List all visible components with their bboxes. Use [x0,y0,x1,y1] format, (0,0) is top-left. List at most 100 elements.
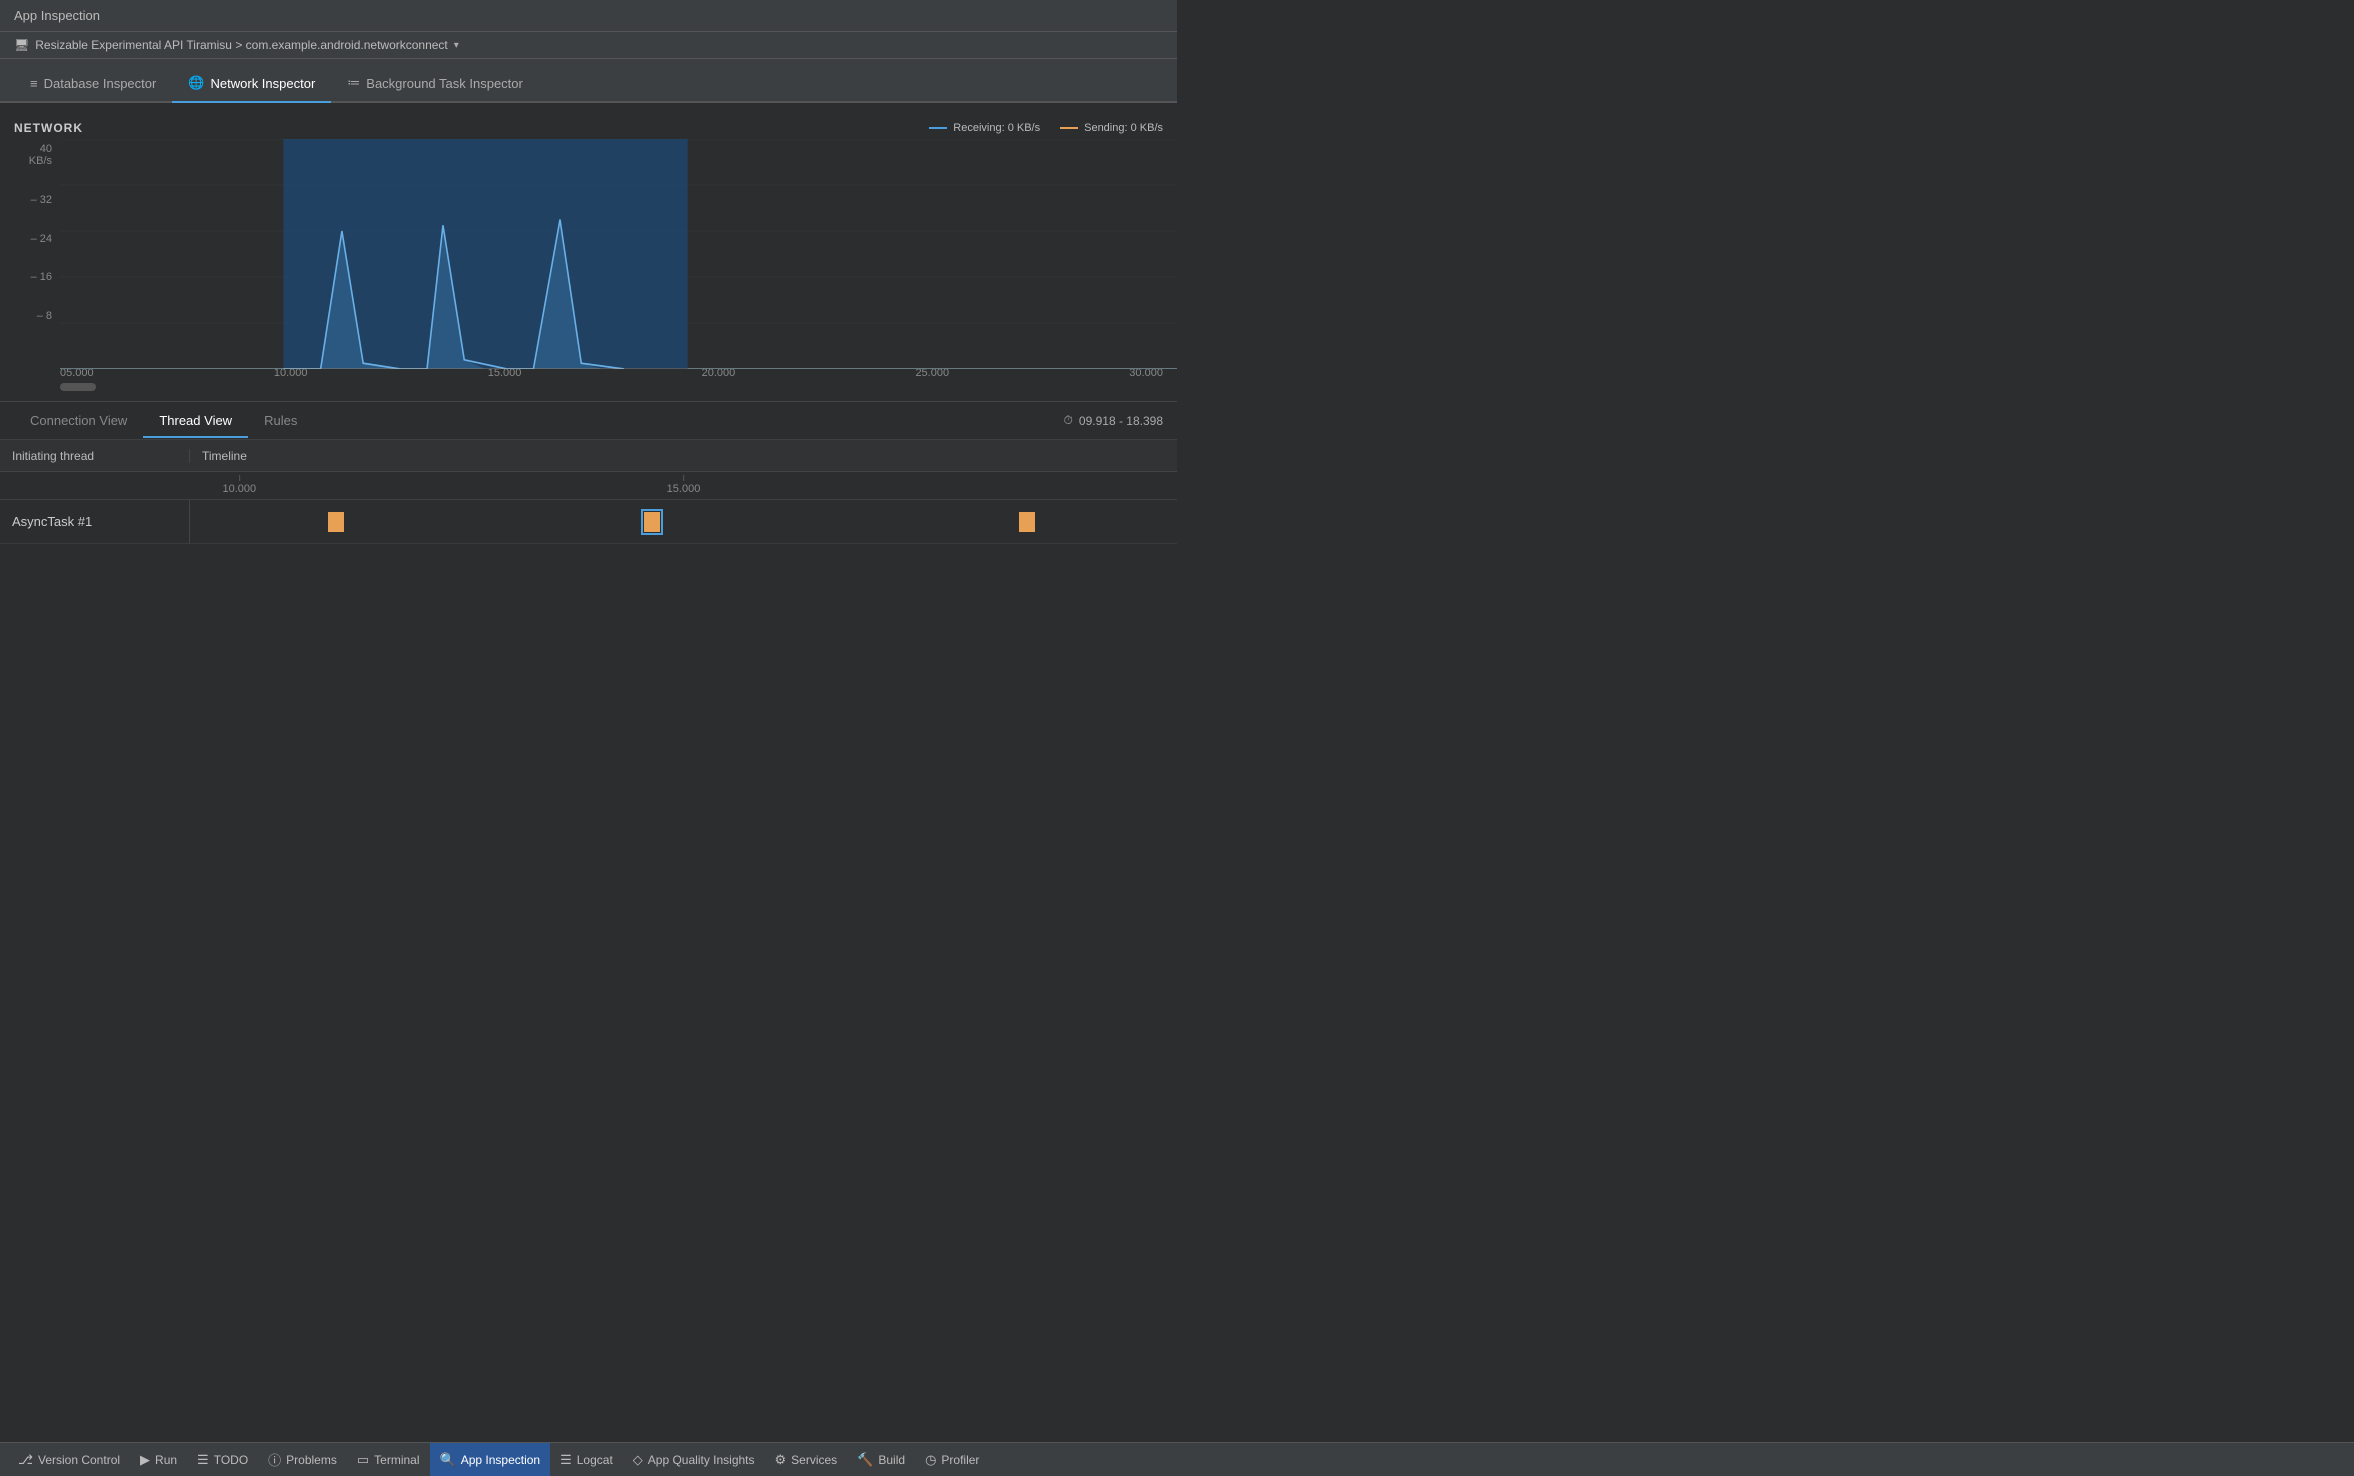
graph-header: NETWORK Receiving: 0 KB/s Sending: 0 KB/… [0,121,1177,139]
services-icon: ⚙ [775,1452,787,1468]
terminal-icon: ▭ [357,1452,369,1468]
status-version-control[interactable]: ⎇ Version Control [8,1443,130,1476]
tab-network-label: Network Inspector [211,76,316,91]
col-timeline-label: Timeline [202,449,247,463]
legend-sending: Sending: 0 KB/s [1060,122,1163,134]
sub-tab-thread-label: Thread View [159,413,232,428]
time-range: ⏱ 09.918 - 18.398 [1064,413,1163,428]
time-range-value: 09.918 - 18.398 [1079,414,1163,428]
services-label: Services [791,1453,837,1467]
todo-label: TODO [214,1453,248,1467]
device-dropdown-arrow[interactable]: ▾ [454,40,459,51]
timeline-marker-10: 10.000 [223,483,257,495]
y-tick-32: – 32 [14,194,52,206]
problems-icon: ⓘ [268,1450,281,1469]
version-control-label: Version Control [38,1453,120,1467]
profiler-icon: ◷ [925,1452,936,1468]
device-icon: 🖥 [14,38,29,52]
bottom-panel: Connection View Thread View Rules ⏱ 09.9… [0,401,1177,544]
background-icon: ≔ [347,75,360,91]
thread-timeline-asynctask[interactable] [190,500,1177,543]
timeline-marker-15: 15.000 [667,483,701,495]
thread-row-asynctask: AsyncTask #1 [0,500,1177,544]
sub-tabs: Connection View Thread View Rules [14,405,313,437]
clock-icon: ⏱ [1064,413,1073,428]
sending-line-icon [1060,127,1078,129]
status-problems[interactable]: ⓘ Problems [258,1443,347,1476]
run-icon: ▶ [140,1452,150,1468]
network-graph-area: NETWORK Receiving: 0 KB/s Sending: 0 KB/… [0,111,1177,401]
graph-container: 40 KB/s – 32 – 24 – 16 – 8 [0,139,1177,369]
device-label: Resizable Experimental API Tiramisu > co… [35,38,448,52]
task-box-3[interactable] [1019,512,1035,532]
scrollbar-area[interactable] [0,379,1177,397]
profiler-label: Profiler [941,1453,979,1467]
sub-tab-rules[interactable]: Rules [248,405,313,438]
terminal-label: Terminal [374,1453,419,1467]
problems-label: Problems [286,1453,337,1467]
status-todo[interactable]: ☰ TODO [187,1443,258,1476]
app-title: App Inspection [14,8,100,23]
legend-receiving: Receiving: 0 KB/s [929,122,1040,134]
database-icon: ≡ [30,76,38,91]
legend-receiving-label: Receiving: 0 KB/s [953,122,1040,134]
app-quality-label: App Quality Insights [648,1453,755,1467]
title-bar: App Inspection [0,0,1177,32]
logcat-label: Logcat [577,1453,613,1467]
run-label: Run [155,1453,177,1467]
col-header-initiating: Initiating thread [0,449,190,463]
separator [0,103,1177,111]
sub-tab-rules-label: Rules [264,413,297,428]
tab-database-label: Database Inspector [44,76,157,91]
tab-network[interactable]: 🌐 Network Inspector [172,65,331,103]
thread-name-label: AsyncTask #1 [12,514,92,529]
status-bar: ⎇ Version Control ▶ Run ☰ TODO ⓘ Problem… [0,1442,2354,1476]
status-terminal[interactable]: ▭ Terminal [347,1443,430,1476]
status-profiler[interactable]: ◷ Profiler [915,1443,989,1476]
legend-sending-label: Sending: 0 KB/s [1084,122,1163,134]
app-quality-icon: ◇ [633,1452,643,1468]
timeline-markers-row: 10.000 15.000 [0,472,1177,500]
tab-background[interactable]: ≔ Background Task Inspector [331,65,539,103]
build-label: Build [878,1453,905,1467]
sub-tab-bar: Connection View Thread View Rules ⏱ 09.9… [0,402,1177,440]
y-tick-8: – 8 [14,310,52,322]
status-logcat[interactable]: ☰ Logcat [550,1443,623,1476]
network-icon: 🌐 [188,75,204,91]
sub-tab-connection-label: Connection View [30,413,127,428]
inspector-tab-bar: ≡ Database Inspector 🌐 Network Inspector… [0,59,1177,103]
status-build[interactable]: 🔨 Build [847,1443,915,1476]
todo-icon: ☰ [197,1452,209,1468]
y-tick-40kb: 40 KB/s [14,143,52,167]
status-run[interactable]: ▶ Run [130,1443,187,1476]
timeline-markers-inner: 10.000 15.000 [190,471,1177,499]
network-chart-svg [60,139,1177,369]
y-tick-24: – 24 [14,233,52,245]
sub-tab-thread[interactable]: Thread View [143,405,248,438]
logcat-icon: ☰ [560,1452,572,1468]
receiving-line-icon [929,127,947,129]
tab-database[interactable]: ≡ Database Inspector [14,66,172,103]
scrollbar-thumb[interactable] [60,383,96,391]
thread-name-asynctask: AsyncTask #1 [0,500,190,543]
graph-legend: Receiving: 0 KB/s Sending: 0 KB/s [929,122,1163,134]
col-initiating-label: Initiating thread [12,449,94,463]
thread-table-header: Initiating thread Timeline [0,440,1177,472]
task-box-1[interactable] [328,512,344,532]
graph-title: NETWORK [14,121,83,135]
status-app-quality[interactable]: ◇ App Quality Insights [623,1443,765,1476]
app-inspection-icon: 🔍 [440,1452,456,1468]
task-box-2[interactable] [644,512,660,532]
status-app-inspection[interactable]: 🔍 App Inspection [430,1443,551,1476]
y-tick-16: – 16 [14,271,52,283]
sub-tab-connection[interactable]: Connection View [14,405,143,438]
y-axis: 40 KB/s – 32 – 24 – 16 – 8 [0,139,60,369]
status-services[interactable]: ⚙ Services [765,1443,848,1476]
graph-svg-area[interactable] [60,139,1177,369]
app-inspection-label: App Inspection [461,1453,540,1467]
tab-background-label: Background Task Inspector [366,76,523,91]
col-header-timeline: Timeline [190,449,1177,463]
device-bar[interactable]: 🖥 Resizable Experimental API Tiramisu > … [0,32,1177,59]
version-control-icon: ⎇ [18,1452,33,1468]
build-icon: 🔨 [857,1452,873,1468]
